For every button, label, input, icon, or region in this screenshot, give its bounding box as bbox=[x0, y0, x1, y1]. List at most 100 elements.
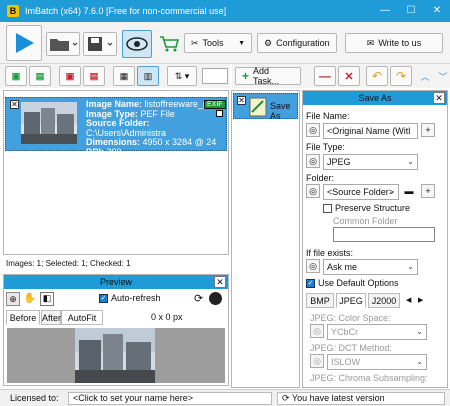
dct-method-select[interactable]: ISLOW ⌄ bbox=[327, 354, 427, 370]
tab-before[interactable]: Before bbox=[6, 310, 40, 325]
file-name-add-button[interactable]: + bbox=[421, 123, 435, 137]
tools-label: Tools bbox=[202, 38, 224, 48]
save-as-close-button[interactable]: ✕ bbox=[433, 92, 445, 104]
auto-refresh-label: Auto-refresh bbox=[111, 293, 161, 303]
remove-all-button[interactable]: ▤ bbox=[83, 66, 105, 86]
mail-icon: ✉ bbox=[366, 37, 375, 48]
preserve-structure-label: Preserve Structure bbox=[335, 203, 411, 213]
if-exists-macro-button[interactable]: ◎ bbox=[306, 259, 320, 273]
preview-header: Preview ✕ bbox=[4, 275, 228, 289]
stop-icon[interactable] bbox=[209, 292, 222, 305]
preview-panel: Preview ✕ ⊕ ✋ ◧ ✓ Auto-refresh ⟳ Before … bbox=[3, 274, 229, 386]
remove-image-button[interactable]: ▣ bbox=[59, 66, 81, 86]
licensed-name-field[interactable]: <Click to set your name here> bbox=[68, 392, 272, 405]
remove-image-icon: ▣ bbox=[65, 70, 75, 81]
add-image-icon: ▣ bbox=[11, 70, 21, 81]
tab-bmp[interactable]: BMP bbox=[306, 293, 334, 308]
save-as-header: Save As ✕ bbox=[303, 91, 447, 105]
configuration-button[interactable]: ⚙ Configuration bbox=[257, 33, 337, 53]
macro-icon: ◎ bbox=[309, 186, 317, 196]
maximize-button[interactable]: ☐ bbox=[398, 0, 424, 22]
window-title: ImBatch (x64) 7.6.0 [Free for non-commer… bbox=[25, 6, 227, 16]
task-item[interactable]: ✕ Save As bbox=[233, 93, 298, 121]
shop-button[interactable] bbox=[156, 30, 182, 58]
open-button[interactable] bbox=[46, 32, 80, 56]
wrench-icon: ✂ bbox=[191, 37, 199, 48]
dct-method-label: JPEG: DCT Method: bbox=[310, 343, 392, 353]
save-as-title: Save As bbox=[358, 93, 392, 103]
task-item-checkbox[interactable]: ✕ bbox=[237, 96, 246, 105]
preview-close-button[interactable]: ✕ bbox=[214, 276, 226, 288]
run-button[interactable] bbox=[6, 25, 42, 61]
use-default-checkbox[interactable]: ✓ bbox=[306, 279, 315, 288]
folder-combo[interactable]: <Source Folder> ⌄ bbox=[323, 184, 399, 200]
folder-macro-button[interactable]: ◎ bbox=[306, 184, 320, 198]
file-type-macro-button[interactable]: ◎ bbox=[306, 154, 320, 168]
redo-button[interactable]: ↷ bbox=[390, 66, 412, 86]
chevron-up-icon: ︿ bbox=[420, 71, 430, 82]
if-exists-select[interactable]: Ask me ⌄ bbox=[323, 259, 418, 275]
refresh-icon: ⟳ bbox=[282, 393, 290, 403]
close-button[interactable]: ✕ bbox=[424, 0, 450, 22]
tools-button[interactable]: ✂ Tools ▼ bbox=[184, 33, 252, 53]
clear-tasks-button[interactable]: ✕ bbox=[338, 66, 360, 86]
folder-add-button[interactable]: + bbox=[421, 184, 435, 198]
filter-input[interactable] bbox=[202, 68, 228, 84]
redo-icon: ↷ bbox=[395, 69, 407, 83]
dpi-row: DPI: 300 bbox=[86, 146, 122, 157]
move-down-button[interactable]: ﹀ bbox=[432, 66, 450, 86]
macro-icon: ◎ bbox=[309, 125, 317, 135]
file-name-combo[interactable]: <Original Name (Witl bbox=[323, 123, 418, 139]
write-to-us-button[interactable]: ✉ Write to us bbox=[345, 33, 443, 53]
image-layer-icon bbox=[216, 110, 223, 117]
compare-button[interactable]: ◧ bbox=[40, 292, 54, 306]
pan-button[interactable]: ✋ bbox=[23, 292, 37, 306]
preview-canvas[interactable] bbox=[7, 328, 225, 383]
view-thumbnails-button[interactable]: ▥ bbox=[137, 66, 159, 86]
image-item-checkbox[interactable]: ✕ bbox=[10, 100, 19, 109]
add-task-button[interactable]: + Add Task... bbox=[235, 66, 301, 86]
view-list-button[interactable]: ▦ bbox=[113, 66, 135, 86]
add-images-button[interactable]: ▣ bbox=[5, 66, 27, 86]
image-item[interactable]: ✕ Image Name: listoffreeware_p Image Typ… bbox=[5, 97, 227, 156]
minimize-button[interactable]: — bbox=[372, 0, 398, 22]
chevron-down-icon: ⌄ bbox=[407, 262, 414, 271]
version-status[interactable]: ⟳ You have latest version bbox=[277, 392, 445, 405]
images-list[interactable]: ✕ Image Name: listoffreeware_p Image Typ… bbox=[3, 90, 229, 255]
version-text: You have latest version bbox=[291, 393, 385, 403]
configuration-label: Configuration bbox=[276, 38, 330, 48]
file-name-label: File Name: bbox=[306, 111, 350, 121]
minus-icon: — bbox=[319, 69, 331, 83]
compare-icon: ◧ bbox=[42, 293, 52, 303]
plus-icon: + bbox=[425, 125, 431, 135]
file-name-macro-button[interactable]: ◎ bbox=[306, 123, 320, 137]
tab-j2000[interactable]: J2000 bbox=[368, 293, 400, 308]
tab-jpeg[interactable]: JPEG bbox=[336, 293, 366, 308]
tab-after[interactable]: After bbox=[41, 310, 61, 325]
file-type-select[interactable]: JPEG ⌄ bbox=[323, 154, 418, 170]
refresh-icon[interactable]: ⟳ bbox=[194, 292, 203, 305]
zoom-button[interactable]: ⊕ bbox=[6, 292, 20, 306]
preview-title: Preview bbox=[99, 277, 132, 287]
color-space-label: JPEG: Color Space: bbox=[310, 313, 391, 323]
color-space-select[interactable]: YCbCr ⌄ bbox=[327, 324, 427, 340]
dct-method-macro-button[interactable]: ◎ bbox=[310, 354, 324, 368]
tab-scroll-left-icon[interactable]: ◀ bbox=[406, 296, 411, 304]
auto-refresh-checkbox[interactable]: ✓ bbox=[99, 294, 108, 303]
remove-task-button[interactable]: — bbox=[314, 66, 336, 86]
undo-button[interactable]: ↶ bbox=[366, 66, 388, 86]
source-folder-row: Source Folder: C:\Users\Administra bbox=[86, 118, 167, 138]
macro-icon: ◎ bbox=[313, 356, 321, 366]
save-button[interactable] bbox=[83, 32, 117, 56]
autofit-button[interactable]: AutoFit bbox=[61, 310, 103, 325]
common-folder-input[interactable] bbox=[333, 227, 435, 242]
sort-button[interactable]: ⇅ ▾ bbox=[167, 66, 197, 86]
tab-scroll-right-icon[interactable]: ▶ bbox=[418, 296, 423, 304]
preview-toggle-button[interactable] bbox=[122, 30, 152, 58]
tasks-list[interactable]: ✕ Save As bbox=[231, 90, 300, 388]
preview-size-text: 0 x 0 px bbox=[151, 312, 183, 322]
add-folder-button[interactable]: ▤ bbox=[29, 66, 51, 86]
browse-folder-button[interactable]: ▬ bbox=[402, 184, 416, 198]
color-space-macro-button[interactable]: ◎ bbox=[310, 324, 324, 338]
preserve-structure-checkbox[interactable] bbox=[323, 204, 332, 213]
